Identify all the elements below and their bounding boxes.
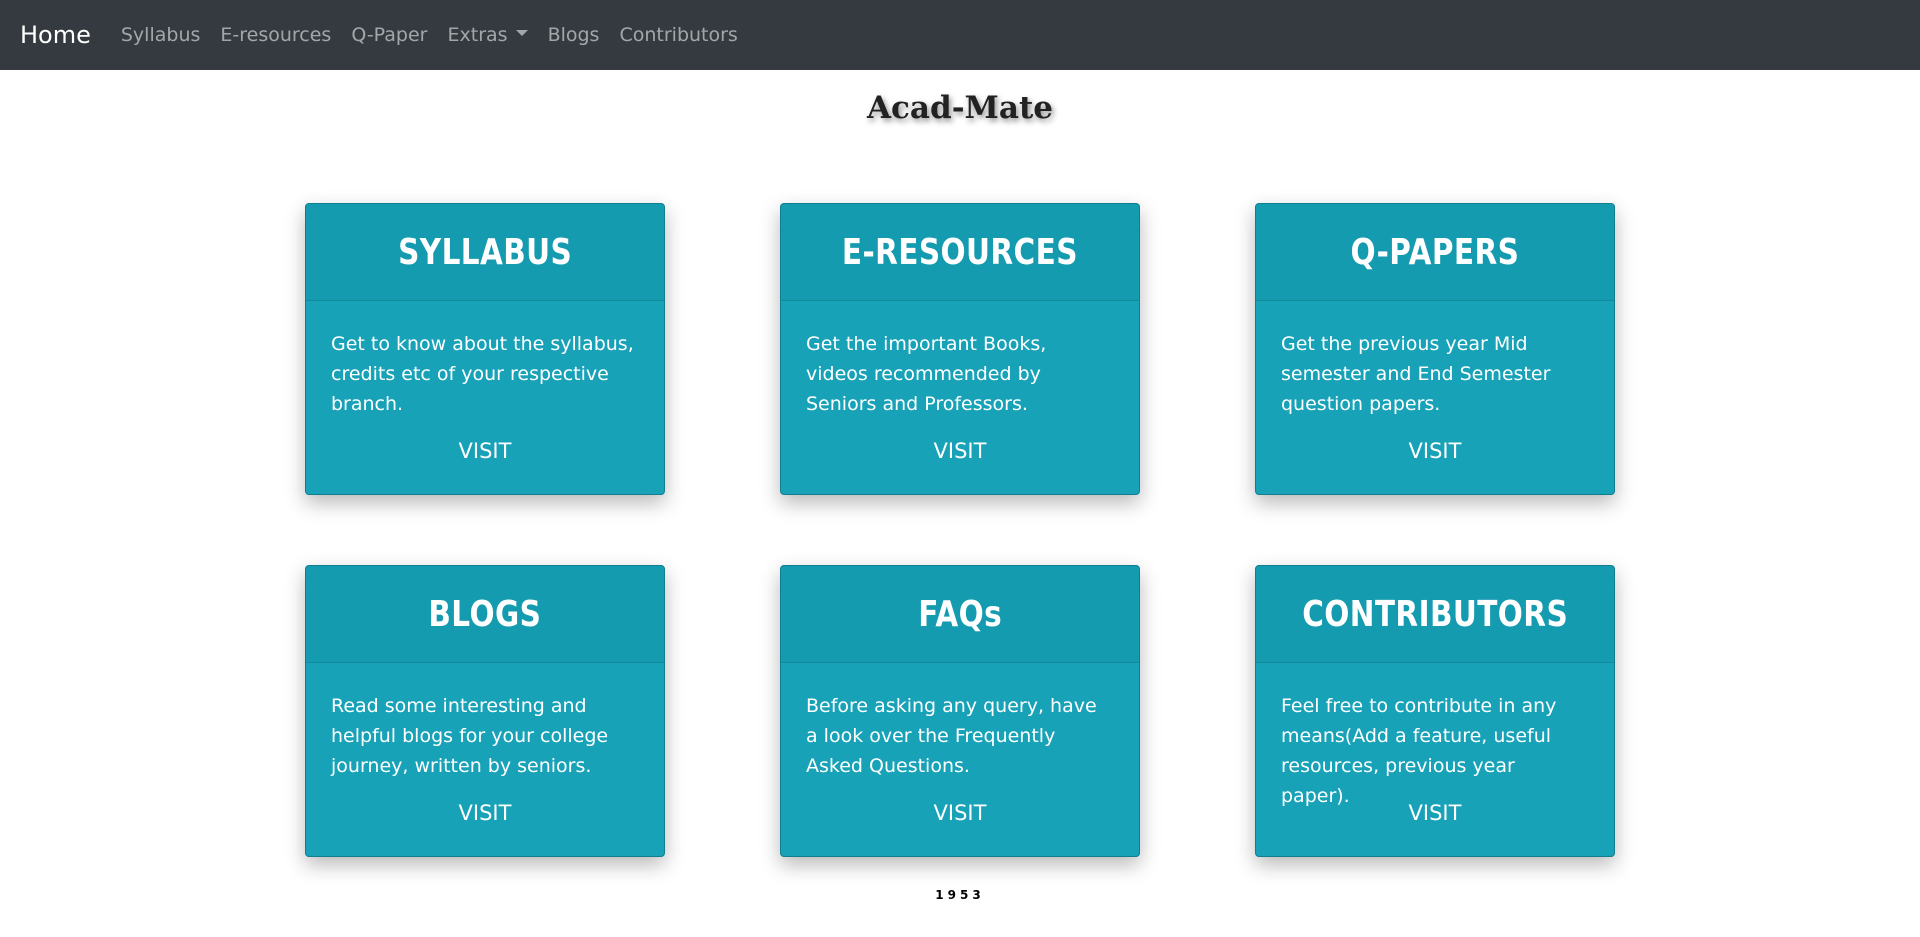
card-header: Q-PAPERS [1256, 204, 1614, 301]
card-title: BLOGS [428, 593, 542, 635]
visit-blogs-link[interactable]: VISIT [306, 801, 664, 825]
nav-home-link[interactable]: Home [20, 21, 91, 49]
site-title: Acad-Mate [867, 90, 1053, 126]
visit-eresources-link[interactable]: VISIT [781, 439, 1139, 463]
nav-contributors-link[interactable]: Contributors [619, 24, 737, 46]
nav-blogs-link[interactable]: Blogs [548, 24, 600, 46]
visitor-counter: 1953 [935, 888, 985, 902]
card-header: BLOGS [306, 566, 664, 663]
top-navbar: Home Syllabus E-resources Q-Paper Extras… [0, 0, 1920, 70]
nav-qpaper-link[interactable]: Q-Paper [351, 24, 427, 46]
card-header: SYLLABUS [306, 204, 664, 301]
nav-extras-label: Extras [447, 24, 508, 46]
card-description: Get the important Books, videos recommen… [806, 333, 1047, 415]
visit-qpapers-link[interactable]: VISIT [1256, 439, 1614, 463]
card-syllabus: SYLLABUS Get to know about the syllabus,… [305, 203, 665, 495]
card-qpapers: Q-PAPERS Get the previous year Mid semes… [1255, 203, 1615, 495]
card-title: Q-PAPERS [1350, 231, 1520, 273]
card-description: Read some interesting and helpful blogs … [331, 695, 609, 777]
card-title: SYLLABUS [397, 231, 573, 273]
nav-eresources-link[interactable]: E-resources [220, 24, 331, 46]
card-header: E-RESOURCES [781, 204, 1139, 301]
card-contributors: CONTRIBUTORS Feel free to contribute in … [1255, 565, 1615, 857]
caret-down-icon [515, 30, 528, 36]
card-faqs: FAQs Before asking any query, have a loo… [780, 565, 1140, 857]
card-title: E-RESOURCES [842, 231, 1078, 273]
visit-faqs-link[interactable]: VISIT [781, 801, 1139, 825]
card-description: Get to know about the syllabus, credits … [331, 333, 634, 415]
card-description: Feel free to contribute in any means(Add… [1281, 695, 1557, 807]
card-description: Get the previous year Mid semester and E… [1281, 333, 1551, 415]
card-description: Before asking any query, have a look ove… [806, 695, 1097, 777]
card-eresources: E-RESOURCES Get the important Books, vid… [780, 203, 1140, 495]
card-title: CONTRIBUTORS [1302, 593, 1568, 635]
card-blogs: BLOGS Read some interesting and helpful … [305, 565, 665, 857]
nav-extras-dropdown[interactable]: Extras [448, 24, 528, 46]
card-header: FAQs [781, 566, 1139, 663]
visit-syllabus-link[interactable]: VISIT [306, 439, 664, 463]
card-title: FAQs [918, 593, 1002, 635]
card-header: CONTRIBUTORS [1256, 566, 1614, 663]
nav-syllabus-link[interactable]: Syllabus [121, 24, 201, 46]
